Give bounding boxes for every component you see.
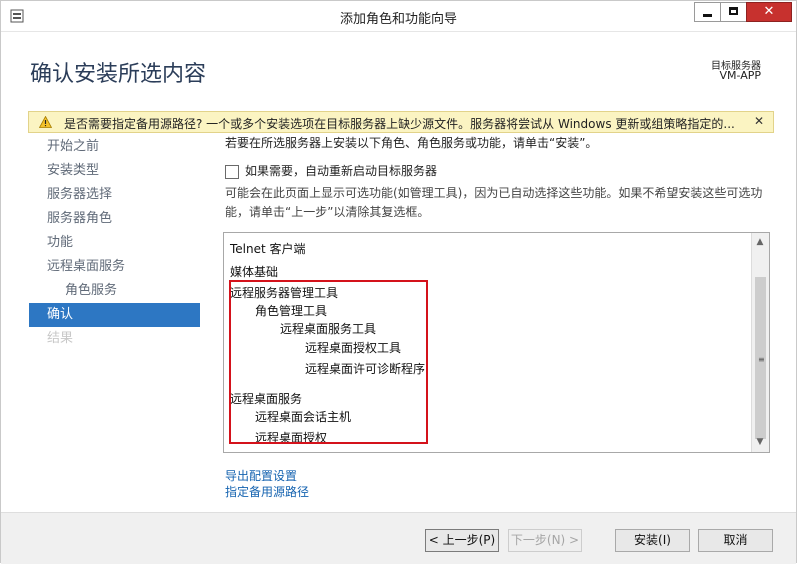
nav-item-confirmation[interactable]: 确认 [29,303,200,327]
install-selection-list[interactable]: Telnet 客户端 媒体基础 远程服务器管理工具 角色管理工具 远程桌面服务工… [223,232,770,453]
nav-item-server-selection[interactable]: 服务器选择 [29,183,200,207]
install-button[interactable]: 安装(I) [615,529,690,552]
maximize-button[interactable] [720,2,746,22]
nav-item-features[interactable]: 功能 [29,231,200,255]
list-item: Telnet 客户端 [230,242,306,256]
optional-features-note: 可能会在此页面上显示可选功能(如管理工具)，因为已自动选择这些功能。如果不希望安… [225,186,763,219]
minimize-button[interactable] [694,2,720,22]
wizard-window: 添加角色和功能向导 ✕ 确认安装所选内容 目标服务器 VM-APP 是否需要指定… [0,0,797,564]
list-item: 媒体基础 [230,265,279,279]
minimize-icon [703,14,712,17]
wizard-navigation: 开始之前 安装类型 服务器选择 服务器角色 功能 远程桌面服务 角色服务 确认 … [29,135,200,351]
warning-close-icon[interactable]: ✕ [754,114,764,128]
maximize-icon [729,7,738,15]
nav-item-role-services[interactable]: 角色服务 [29,279,200,303]
cancel-button[interactable]: 取消 [698,529,773,552]
title-bar: 添加角色和功能向导 ✕ [1,1,796,32]
nav-item-results: 结果 [47,331,74,346]
nav-item-before-you-begin[interactable]: 开始之前 [29,135,200,159]
nav-item-installation-type[interactable]: 安装类型 [29,159,200,183]
scroll-up-icon[interactable]: ▲ [752,234,768,250]
next-button: 下一步(N) > [508,529,582,552]
scroll-down-icon[interactable]: ▼ [752,434,768,450]
warning-text: 是否需要指定备用源路径? 一个或多个安装选项在目标服务器上缺少源文件。服务器将尝… [64,117,735,131]
restart-checkbox[interactable] [225,165,239,179]
window-title: 添加角色和功能向导 [339,12,457,27]
specify-alternate-source-link[interactable]: 指定备用源路径 [225,483,309,500]
grip-icon: ≡ [758,355,765,364]
scrollbar-thumb[interactable]: ≡ [755,277,766,439]
nav-item-server-roles[interactable]: 服务器角色 [29,207,200,231]
close-window-button[interactable]: ✕ [746,2,792,22]
destination-server-value: VM-APP [719,69,761,82]
export-configuration-link[interactable]: 导出配置设置 [225,467,297,484]
warning-icon [39,116,52,128]
nav-item-remote-desktop-services[interactable]: 远程桌面服务 [29,255,200,279]
intro-text: 若要在所选服务器上安装以下角色、角色服务或功能，请单击“安装”。 [225,136,598,150]
highlight-annotation-box [229,280,428,444]
button-bar: < 上一步(P) 下一步(N) > 安装(I) 取消 [1,512,796,564]
page-title: 确认安装所选内容 [30,62,207,87]
missing-source-warning-bar[interactable]: 是否需要指定备用源路径? 一个或多个安装选项在目标服务器上缺少源文件。服务器将尝… [28,111,774,133]
close-icon: ✕ [763,4,775,19]
restart-checkbox-label[interactable]: 如果需要，自动重新启动目标服务器 [245,162,437,179]
previous-button[interactable]: < 上一步(P) [425,529,499,552]
vertical-scrollbar[interactable]: ▲ ≡ ▼ [751,233,769,452]
